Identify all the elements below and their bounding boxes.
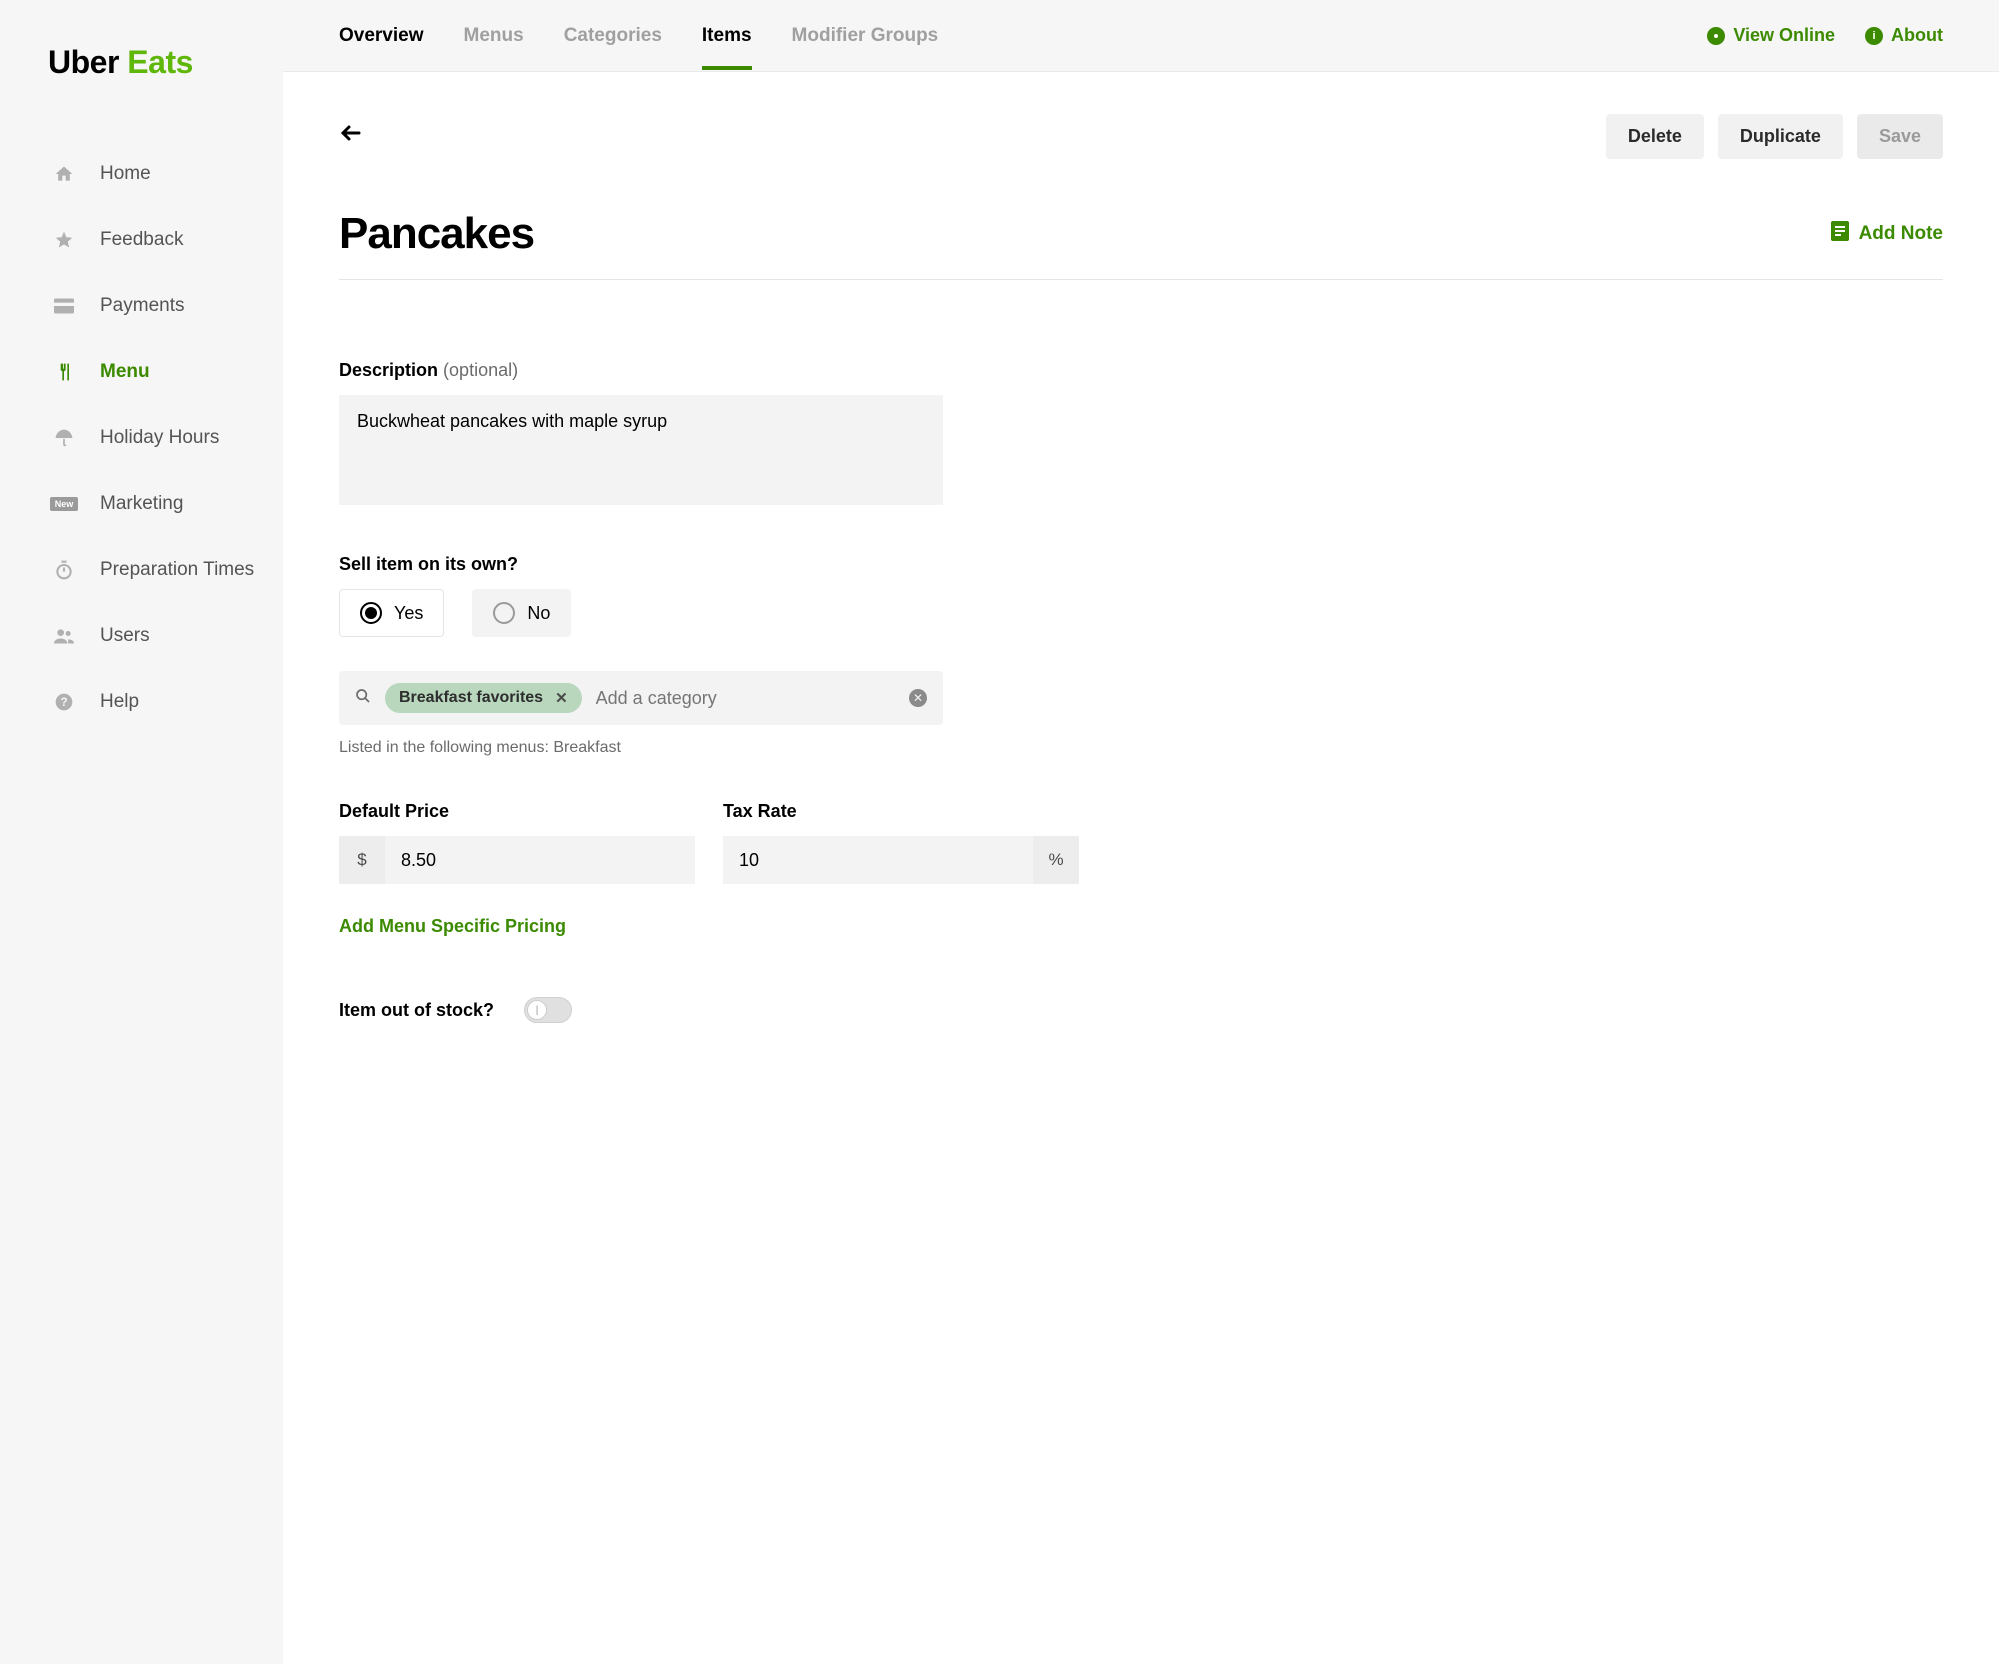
tax-rate-input-group: % bbox=[723, 836, 1079, 884]
sidebar-label: Users bbox=[100, 625, 150, 647]
sell-own-label: Sell item on its own? bbox=[339, 554, 1943, 575]
tab-modifier-groups[interactable]: Modifier Groups bbox=[792, 2, 939, 70]
sidebar-item-menu[interactable]: Menu bbox=[0, 339, 283, 405]
tab-categories[interactable]: Categories bbox=[564, 2, 662, 70]
help-icon: ? bbox=[50, 692, 78, 712]
tax-rate-label: Tax Rate bbox=[723, 801, 1079, 822]
back-arrow-icon[interactable] bbox=[339, 121, 363, 152]
umbrella-icon bbox=[50, 428, 78, 448]
delete-button[interactable]: Delete bbox=[1606, 114, 1704, 159]
info-icon: i bbox=[1865, 27, 1883, 45]
search-icon bbox=[355, 688, 371, 709]
card-icon bbox=[50, 298, 78, 314]
category-selector[interactable]: Breakfast favorites ✕ ✕ bbox=[339, 671, 943, 725]
brand-logo: Uber Eats bbox=[0, 44, 283, 141]
about-link[interactable]: i About bbox=[1865, 25, 1943, 46]
sidebar-item-feedback[interactable]: Feedback bbox=[0, 207, 283, 273]
radio-empty-icon bbox=[493, 602, 515, 624]
new-badge-icon: New bbox=[50, 497, 78, 511]
topbar: Overview Menus Categories Items Modifier… bbox=[283, 0, 1999, 72]
view-online-link[interactable]: View Online bbox=[1707, 25, 1835, 46]
out-of-stock-toggle[interactable]: | bbox=[524, 997, 572, 1023]
default-price-input[interactable] bbox=[385, 836, 695, 884]
sell-own-yes-radio[interactable]: Yes bbox=[339, 589, 444, 637]
item-title: Pancakes bbox=[339, 209, 534, 259]
svg-text:?: ? bbox=[60, 696, 67, 709]
utensils-icon bbox=[50, 362, 78, 382]
sidebar-label: Help bbox=[100, 691, 139, 713]
radio-filled-icon bbox=[360, 602, 382, 624]
description-label: Description (optional) bbox=[339, 360, 1943, 381]
menu-specific-pricing-link[interactable]: Add Menu Specific Pricing bbox=[339, 916, 566, 937]
star-icon bbox=[50, 230, 78, 250]
tab-items[interactable]: Items bbox=[702, 2, 752, 70]
sidebar-item-holiday-hours[interactable]: Holiday Hours bbox=[0, 405, 283, 471]
logo-part1: Uber bbox=[48, 44, 119, 80]
sidebar: Uber Eats Home Feedback Payments bbox=[0, 0, 283, 1664]
percent-suffix: % bbox=[1033, 836, 1079, 884]
default-price-label: Default Price bbox=[339, 801, 695, 822]
add-note-button[interactable]: Add Note bbox=[1831, 221, 1943, 247]
out-of-stock-label: Item out of stock? bbox=[339, 1000, 494, 1021]
logo-part2: Eats bbox=[127, 44, 193, 80]
sidebar-label: Menu bbox=[100, 361, 150, 383]
sidebar-item-preparation-times[interactable]: Preparation Times bbox=[0, 537, 283, 603]
sidebar-label: Payments bbox=[100, 295, 184, 317]
sidebar-item-payments[interactable]: Payments bbox=[0, 273, 283, 339]
stopwatch-icon bbox=[50, 560, 78, 580]
home-icon bbox=[50, 164, 78, 184]
tax-rate-input[interactable] bbox=[723, 836, 1033, 884]
currency-prefix: $ bbox=[339, 836, 385, 884]
eye-icon bbox=[1707, 27, 1725, 45]
category-input[interactable] bbox=[596, 688, 895, 709]
duplicate-button[interactable]: Duplicate bbox=[1718, 114, 1843, 159]
sidebar-item-home[interactable]: Home bbox=[0, 141, 283, 207]
description-input[interactable] bbox=[339, 395, 943, 505]
sidebar-label: Holiday Hours bbox=[100, 427, 219, 449]
sidebar-item-users[interactable]: Users bbox=[0, 603, 283, 669]
sidebar-item-marketing[interactable]: New Marketing bbox=[0, 471, 283, 537]
tab-menus[interactable]: Menus bbox=[464, 2, 524, 70]
sidebar-label: Preparation Times bbox=[100, 559, 254, 581]
clear-icon[interactable]: ✕ bbox=[909, 689, 927, 707]
note-icon bbox=[1831, 221, 1849, 247]
sidebar-item-help[interactable]: ? Help bbox=[0, 669, 283, 735]
sidebar-label: Marketing bbox=[100, 493, 183, 515]
sell-own-no-radio[interactable]: No bbox=[472, 589, 571, 637]
chip-remove-icon[interactable]: ✕ bbox=[555, 689, 568, 707]
tab-overview[interactable]: Overview bbox=[339, 2, 424, 70]
default-price-input-group: $ bbox=[339, 836, 695, 884]
category-chip: Breakfast favorites ✕ bbox=[385, 683, 582, 713]
sidebar-label: Home bbox=[100, 163, 151, 185]
sidebar-label: Feedback bbox=[100, 229, 183, 251]
listed-menus-text: Listed in the following menus: Breakfast bbox=[339, 739, 1943, 757]
toggle-knob-icon: | bbox=[527, 1000, 547, 1020]
users-icon bbox=[50, 628, 78, 644]
save-button[interactable]: Save bbox=[1857, 114, 1943, 159]
